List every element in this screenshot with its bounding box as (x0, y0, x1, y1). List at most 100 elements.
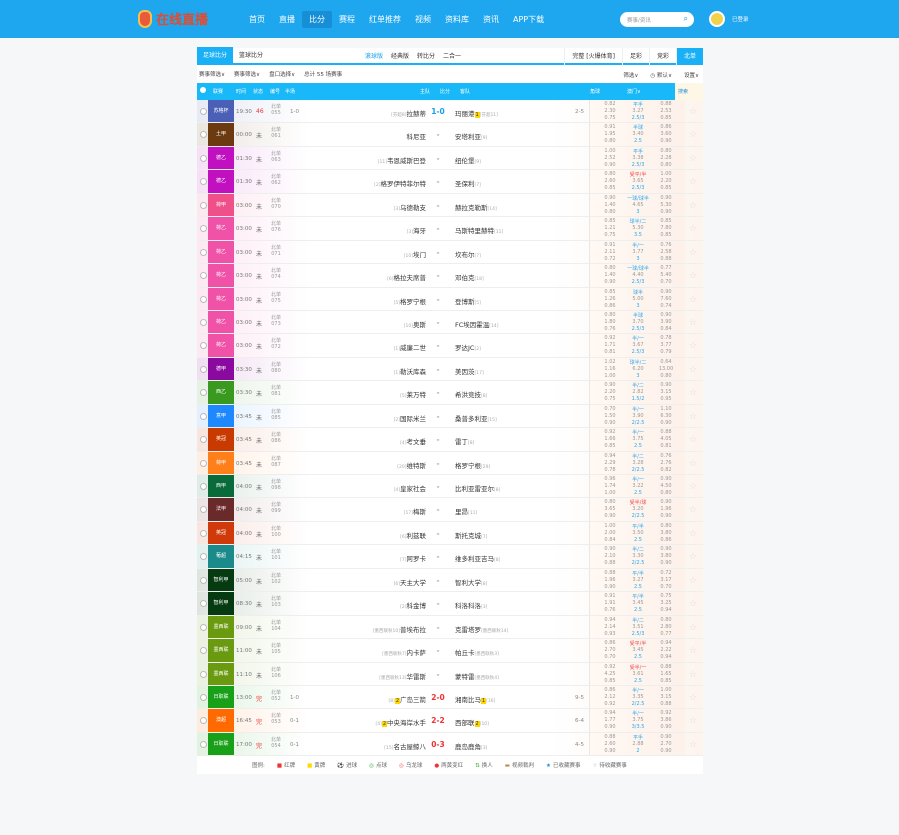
league-badge[interactable]: 西甲 (208, 475, 234, 498)
home-team[interactable]: [1]威廉二世 (394, 342, 426, 352)
league-badge[interactable]: 智利甲 (208, 568, 234, 592)
league-badge[interactable]: 英冠 (208, 521, 234, 545)
table-row[interactable]: 墨西联 11:00 未北单 105 [墨西联秋7]内卡萨 - 帕丘卡[墨西联秋3] 0.86 受… (197, 639, 703, 663)
match-score[interactable]: - (423, 505, 453, 514)
away-team[interactable]: 纽伦堡[9] (455, 155, 481, 165)
odds-cell[interactable]: 0.70 半/一 1.10 1.50 3.90 6.30 0.90 2/2.5 0.90 (589, 404, 685, 428)
table-row[interactable]: 荷乙 03:00 未北单 073 [10]奥斯 - FC埃因霍温[14] 0.80 半球 0.90… (197, 310, 703, 335)
row-checkbox[interactable] (200, 131, 207, 139)
league-badge[interactable]: 日职联 (208, 685, 234, 709)
odds-cell[interactable]: 0.85 球半 0.90 1.26 5.00 7.60 0.86 3 0.74 (589, 287, 685, 310)
home-team[interactable]: [5]格罗宁根 (394, 296, 426, 306)
league-badge[interactable]: 荷乙 (208, 310, 234, 334)
league-badge[interactable]: 智利甲 (208, 592, 234, 615)
league-badge[interactable]: 荷乙 (208, 334, 234, 357)
away-team[interactable]: 马斯特里赫特[11] (455, 225, 503, 235)
nav-item[interactable]: 红单推荐 (362, 11, 408, 28)
home-team[interactable]: [墨西联秋10]普埃布拉 (373, 624, 426, 634)
home-team[interactable]: [8]2广岛三箭 (388, 694, 426, 704)
odds-cell[interactable]: 0.86 受平/半 0.94 2.70 3.45 2.22 0.70 2.5 0.94 (589, 639, 685, 662)
event-filter[interactable]: 赛事筛选∨ (234, 70, 260, 78)
row-checkbox[interactable] (200, 670, 207, 678)
home-team[interactable]: [3]乌德勒支 (394, 202, 426, 212)
favorite-star-icon[interactable]: ☆ (689, 388, 697, 398)
league-badge[interactable]: 葡超 (208, 545, 234, 568)
league-badge[interactable]: 意甲 (208, 404, 234, 428)
home-team[interactable]: [1]勒沃库森 (394, 366, 426, 376)
match-score[interactable]: - (423, 318, 453, 327)
league-badge[interactable]: 苏格杯 (208, 100, 234, 123)
match-score[interactable]: - (423, 341, 453, 350)
table-row[interactable]: 荷乙 03:00 未北单 076 [3]海牙 - 马斯特里赫特[11] 0.85 球半/二 0.8… (197, 217, 703, 241)
league-badge[interactable]: 荷乙 (208, 264, 234, 287)
league-badge[interactable]: 澳超 (208, 709, 234, 732)
away-team[interactable]: 罗达JC[2] (455, 342, 481, 352)
league-badge[interactable]: 日职联 (208, 732, 234, 756)
match-score[interactable]: - (423, 482, 453, 491)
home-team[interactable]: [墨西联秋7]内卡萨 (382, 647, 426, 657)
nav-item[interactable]: 资料库 (438, 11, 476, 28)
away-team[interactable]: 比利亚雷亚尔[8] (455, 483, 500, 493)
favorite-star-icon[interactable]: ☆ (689, 670, 697, 680)
away-team[interactable]: 邓伯克[18] (455, 272, 484, 282)
away-team[interactable]: 圣保利[7] (455, 178, 481, 188)
league-badge[interactable]: 荷乙 (208, 240, 234, 264)
sort-dropdown[interactable]: ◷ 默认∨ (650, 71, 672, 79)
table-row[interactable]: 意甲 03:45 未北单 085 [2]国际米兰 - 桑普多利亚[15] 0.70 半/一 1.1… (197, 404, 703, 429)
odds-cell[interactable]: 0.88 平/半 0.72 1.96 3.27 3.17 0.90 2.5 0.70 (589, 568, 685, 592)
row-checkbox[interactable] (200, 272, 207, 280)
odds-cell[interactable]: 0.80 半球 0.90 1.80 3.70 3.90 0.76 2.5/3 0.84 (589, 310, 685, 334)
league-badge[interactable]: 荷乙 (208, 287, 234, 310)
tab-basketball[interactable]: 篮球比分 (233, 47, 269, 64)
match-score[interactable]: - (423, 646, 453, 655)
match-score[interactable]: - (423, 177, 453, 186)
league-badge[interactable]: 墨西联 (208, 662, 234, 685)
home-team[interactable]: [2]格罗伊特菲尔特 (374, 178, 426, 188)
favorite-star-icon[interactable]: ☆ (689, 740, 697, 750)
odds-cell[interactable]: 0.91 半球 0.86 1.95 3.40 3.60 0.80 2.5 0.90 (589, 123, 685, 146)
table-row[interactable]: 英冠 04:00 未北单 100 [6]利兹联 - 斯托克城[7] 1.00 平/半 0.80 2.… (197, 521, 703, 546)
league-badge[interactable]: 法甲 (208, 498, 234, 521)
away-team[interactable]: 安塔利亚[9] (455, 131, 487, 141)
favorite-star-icon[interactable]: ☆ (689, 646, 697, 656)
odds-cell[interactable]: 0.90 半/二 0.90 2.10 3.30 3.80 0.88 2/2.5 0.90 (589, 545, 685, 568)
match-score[interactable]: - (423, 459, 453, 468)
odds-cell[interactable]: 0.80 受半/球 0.90 3.65 3.20 1.96 0.90 2/2.5 0.90 (589, 498, 685, 521)
home-team[interactable]: [芬超8]拉赫蒂 (391, 108, 426, 118)
nav-item[interactable]: 直播 (272, 11, 302, 28)
row-checkbox[interactable] (200, 318, 207, 326)
match-score[interactable]: - (423, 295, 453, 304)
league-badge[interactable]: 德乙 (208, 170, 234, 193)
match-score[interactable]: - (423, 670, 453, 679)
odds-cell[interactable]: 0.91 平/半 0.75 1.91 3.45 3.25 0.76 2.5 0.94 (589, 592, 685, 615)
league-badge[interactable]: 墨西联 (208, 639, 234, 662)
favorite-star-icon[interactable]: ☆ (689, 623, 697, 633)
handicap-select[interactable]: 盘口选择∨ (269, 70, 295, 78)
favorite-star-icon[interactable]: ☆ (689, 177, 697, 187)
home-team[interactable]: [6]格拉夫席普 (387, 272, 426, 282)
favorite-star-icon[interactable]: ☆ (689, 365, 697, 375)
odds-company-select[interactable]: 澳门∨ (627, 88, 641, 95)
table-row[interactable]: 荷乙 03:00 未北单 074 [6]格拉夫席普 - 邓伯克[18] 0.80 一球/球半 0.… (197, 264, 703, 288)
away-team[interactable]: 里昂[11] (455, 506, 477, 516)
league-badge[interactable]: 荷乙 (208, 217, 234, 240)
table-row[interactable]: 日职联 13:00 完北单 052 1-0 [8]2广岛三箭 2-0 湘南比马1[16] 9-5… (197, 685, 703, 710)
league-badge[interactable]: 西乙 (208, 381, 234, 404)
favorite-star-icon[interactable]: ☆ (689, 107, 697, 117)
league-badge[interactable]: 墨西联 (208, 615, 234, 639)
row-checkbox[interactable] (200, 576, 207, 584)
user-menu[interactable]: 已登录 (732, 15, 749, 23)
away-team[interactable]: 鹿岛鹿角[3] (455, 741, 487, 751)
match-score[interactable]: 2-0 (423, 693, 453, 702)
match-score[interactable]: - (423, 412, 453, 421)
row-checkbox[interactable] (200, 225, 207, 233)
nav-item[interactable]: 视频 (408, 11, 438, 28)
row-checkbox[interactable] (200, 248, 207, 256)
favorite-star-icon[interactable]: ☆ (689, 201, 697, 211)
match-score[interactable]: - (423, 576, 453, 585)
table-row[interactable]: 英冠 03:45 未北单 086 [4]考文垂 - 雷丁[8] 0.92 半/一 0.88 1.66… (197, 428, 703, 452)
row-checkbox[interactable] (200, 647, 207, 655)
tab-football[interactable]: 足球比分 (197, 47, 234, 64)
away-team[interactable]: 登博斯[5] (455, 296, 481, 306)
row-checkbox[interactable] (200, 201, 207, 209)
